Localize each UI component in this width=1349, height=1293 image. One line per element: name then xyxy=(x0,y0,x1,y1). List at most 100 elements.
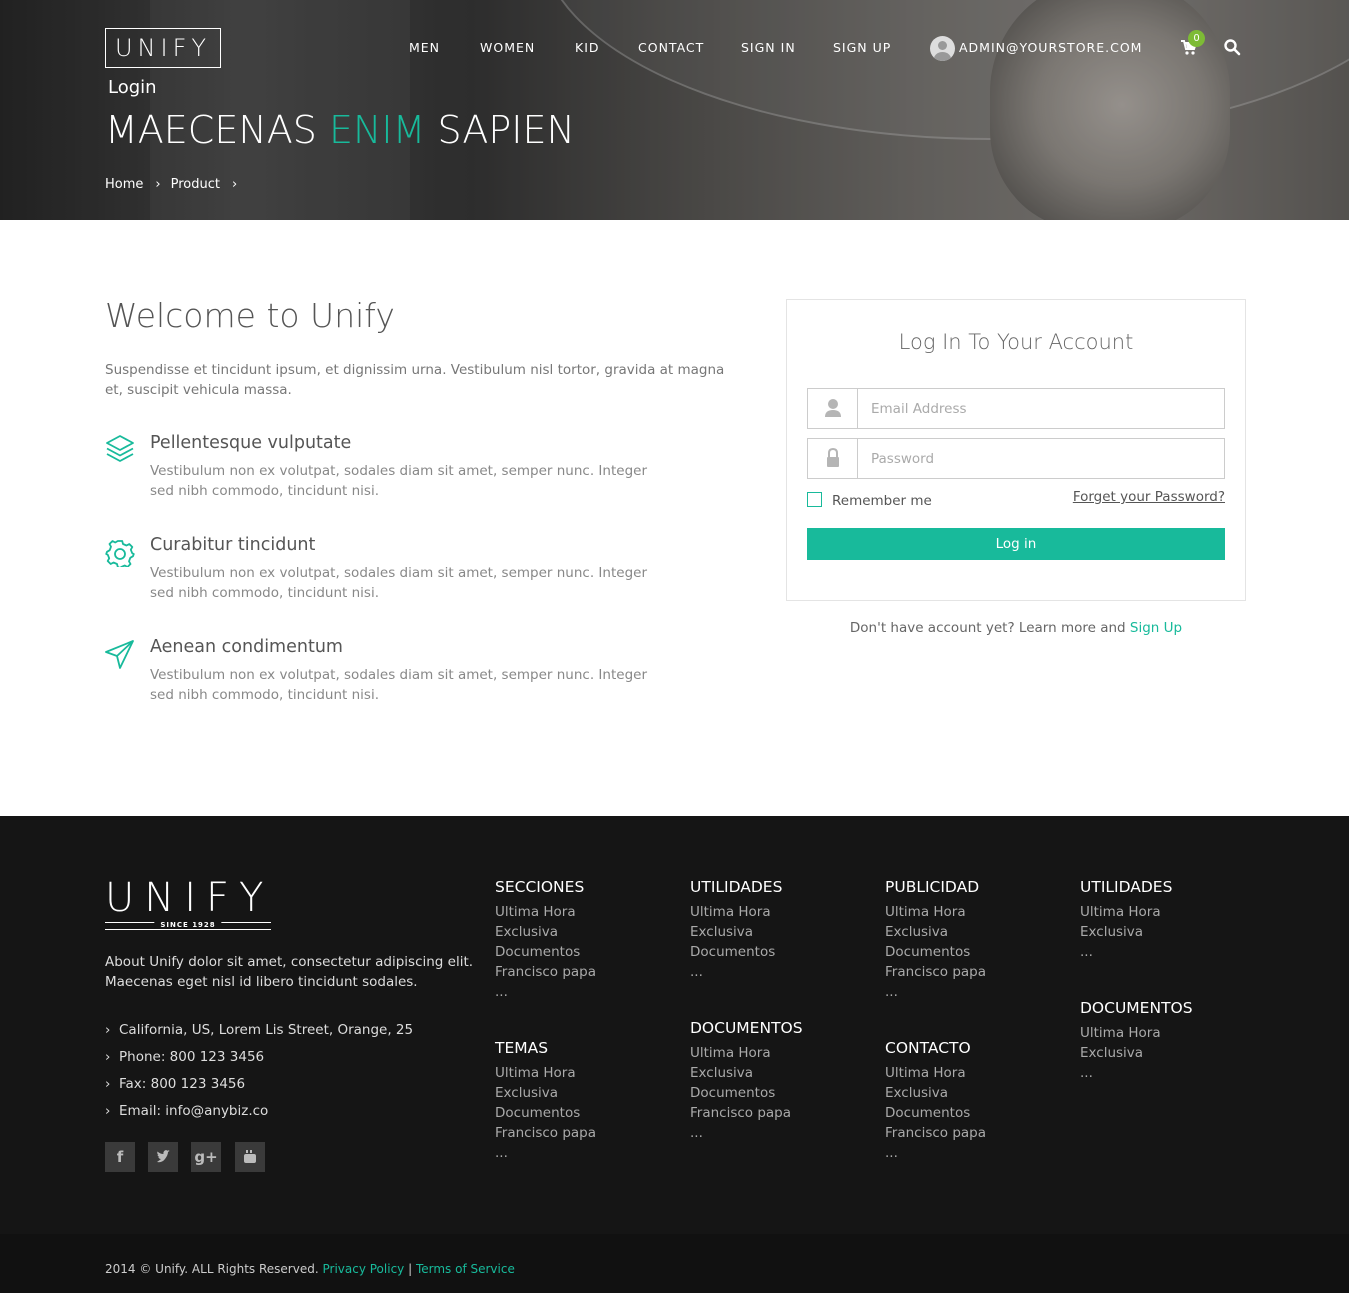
footer-link[interactable]: Ultima Hora xyxy=(690,1043,803,1063)
twitter-icon[interactable] xyxy=(148,1142,178,1172)
footer-link[interactable]: Documentos xyxy=(495,942,596,962)
footer-column-contacto: CONTACTO Ultima Hora Exclusiva Documento… xyxy=(885,1039,987,1163)
logo[interactable]: UNIFY xyxy=(105,28,221,68)
chevron-right-icon: › xyxy=(231,177,238,192)
contact-phone: Phone: 800 123 3456 xyxy=(105,1049,413,1076)
signup-link[interactable]: Sign Up xyxy=(1130,620,1182,636)
password-input[interactable] xyxy=(859,439,1224,478)
terms-of-service-link[interactable]: Terms of Service xyxy=(416,1262,515,1276)
footer-link[interactable]: Documentos xyxy=(495,1103,596,1123)
chevron-right-icon: › xyxy=(155,177,161,192)
gear-icon xyxy=(105,540,135,567)
contact-address: California, US, Lorem Lis Street, Orange… xyxy=(105,1022,413,1049)
feature-title: Aenean condimentum xyxy=(150,637,343,657)
forgot-password-link[interactable]: Forget your Password? xyxy=(1073,489,1225,505)
breadcrumb: Home › Product › xyxy=(105,177,247,192)
footer: UNIFY SINCE 1928 About Unify dolor sit a… xyxy=(0,816,1349,1234)
footer-link[interactable]: Exclusiva xyxy=(885,922,986,942)
footer-link[interactable]: Francisco papa xyxy=(495,962,596,982)
footer-link[interactable]: Francisco papa xyxy=(885,962,986,982)
password-field-group xyxy=(807,438,1225,479)
footer-link[interactable]: Documentos xyxy=(885,1103,986,1123)
footer-link[interactable]: Ultima Hora xyxy=(495,902,596,922)
footer-link[interactable]: Exclusiva xyxy=(1080,1043,1193,1063)
user-avatar-icon[interactable] xyxy=(930,36,955,61)
contact-email[interactable]: Email: info@anybiz.co xyxy=(105,1103,413,1130)
feature-title: Pellentesque vulputate xyxy=(150,433,352,453)
signup-note: Don't have account yet? Learn more and S… xyxy=(849,620,1183,636)
nav-item-contact[interactable]: CONTACT xyxy=(638,40,704,55)
remember-me[interactable]: Remember me xyxy=(807,492,932,509)
footer-link[interactable]: Ultima Hora xyxy=(1080,1023,1193,1043)
footer-link[interactable]: Ultima Hora xyxy=(1080,902,1172,922)
feature-text: Vestibulum non ex volutpat, sodales diam… xyxy=(150,667,647,703)
privacy-policy-link[interactable]: Privacy Policy xyxy=(322,1262,404,1276)
footer-link[interactable]: Ultima Hora xyxy=(885,902,986,922)
footer-link[interactable]: ... xyxy=(690,1123,803,1143)
remember-label: Remember me xyxy=(832,493,932,509)
footer-logo[interactable]: UNIFY SINCE 1928 xyxy=(105,878,271,930)
nav-item-kid[interactable]: KID xyxy=(575,40,600,55)
nav-item-sign-in[interactable]: SIGN IN xyxy=(741,40,796,55)
footer-link[interactable]: Exclusiva xyxy=(690,1063,803,1083)
nav-item-women[interactable]: WOMEN xyxy=(480,40,535,55)
page-label: Login xyxy=(108,77,157,98)
footer-column-utilidades: UTILIDADES Ultima Hora Exclusiva Documen… xyxy=(690,878,783,982)
footer-about: About Unify dolor sit amet, consectetur … xyxy=(105,954,474,990)
feature-text: Vestibulum non ex volutpat, sodales diam… xyxy=(150,565,647,601)
youtube-icon[interactable] xyxy=(235,1142,265,1172)
breadcrumb-home[interactable]: Home xyxy=(105,177,143,192)
footer-link[interactable]: Ultima Hora xyxy=(495,1063,596,1083)
footer-column-secciones: SECCIONES Ultima Hora Exclusiva Document… xyxy=(495,878,597,1002)
login-form: Log In To Your Account Remember me Forge… xyxy=(786,299,1246,601)
user-email-link[interactable]: ADMIN@YOURSTORE.COM xyxy=(959,40,1142,55)
google-plus-icon[interactable]: g+ xyxy=(191,1142,221,1172)
footer-column-publicidad: PUBLICIDAD Ultima Hora Exclusiva Documen… xyxy=(885,878,987,1002)
footer-link[interactable]: ... xyxy=(495,982,596,1002)
footer-column-utilidades-2: UTILIDADES Ultima Hora Exclusiva ... xyxy=(1080,878,1173,962)
footer-column-temas: TEMAS Ultima Hora Exclusiva Documentos F… xyxy=(495,1039,597,1163)
cart-count-badge: 0 xyxy=(1188,30,1205,47)
user-icon xyxy=(825,399,841,417)
footer-link[interactable]: Francisco papa xyxy=(495,1123,596,1143)
footer-link[interactable]: Exclusiva xyxy=(690,922,782,942)
remember-checkbox[interactable] xyxy=(807,492,822,507)
footer-link[interactable]: ... xyxy=(885,1143,986,1163)
footer-link[interactable]: Exclusiva xyxy=(495,1083,596,1103)
footer-contact-list: California, US, Lorem Lis Street, Orange… xyxy=(105,1022,413,1130)
footer-link[interactable]: Documentos xyxy=(885,942,986,962)
paper-plane-icon xyxy=(105,640,134,669)
footer-link[interactable]: ... xyxy=(885,982,986,1002)
footer-link[interactable]: Documentos xyxy=(690,1083,803,1103)
footer-link[interactable]: ... xyxy=(1080,1063,1193,1083)
footer-link[interactable]: Exclusiva xyxy=(1080,922,1172,942)
footer-link[interactable]: Documentos xyxy=(690,942,782,962)
copyright-bar: 2014 © Unify. ALL Rights Reserved. Priva… xyxy=(0,1234,1349,1293)
email-field-group xyxy=(807,388,1225,429)
footer-link[interactable]: ... xyxy=(690,962,782,982)
footer-link[interactable]: ... xyxy=(495,1143,596,1163)
footer-link[interactable]: Ultima Hora xyxy=(690,902,782,922)
footer-column-documentos: DOCUMENTOS Ultima Hora Exclusiva Documen… xyxy=(690,1019,803,1143)
copyright: 2014 © Unify. ALL Rights Reserved. Priva… xyxy=(105,1262,515,1276)
footer-link[interactable]: Francisco papa xyxy=(690,1103,803,1123)
footer-link[interactable]: Francisco papa xyxy=(885,1123,986,1143)
contact-fax: Fax: 800 123 3456 xyxy=(105,1076,413,1103)
facebook-icon[interactable]: f xyxy=(105,1142,135,1172)
lock-icon xyxy=(827,447,839,467)
hero-banner: UNIFY MEN WOMEN KID CONTACT SIGN IN SIGN… xyxy=(0,0,1349,220)
footer-link[interactable]: Ultima Hora xyxy=(885,1063,986,1083)
search-icon[interactable] xyxy=(1223,38,1241,56)
email-input[interactable] xyxy=(859,389,1224,428)
login-button[interactable]: Log in xyxy=(807,528,1225,560)
feature-title: Curabitur tincidunt xyxy=(150,535,316,555)
footer-link[interactable]: Exclusiva xyxy=(885,1083,986,1103)
welcome-title: Welcome to Unify xyxy=(105,296,395,335)
nav-item-sign-up[interactable]: SIGN UP xyxy=(833,40,891,55)
breadcrumb-product[interactable]: Product xyxy=(171,177,220,192)
footer-link[interactable]: ... xyxy=(1080,942,1172,962)
welcome-text: Suspendisse et tincidunt ipsum, et digni… xyxy=(105,362,725,398)
nav-item-men[interactable]: MEN xyxy=(409,40,440,55)
footer-link[interactable]: Exclusiva xyxy=(495,922,596,942)
page-title: MAECENAS ENIM SAPIEN xyxy=(105,108,575,152)
